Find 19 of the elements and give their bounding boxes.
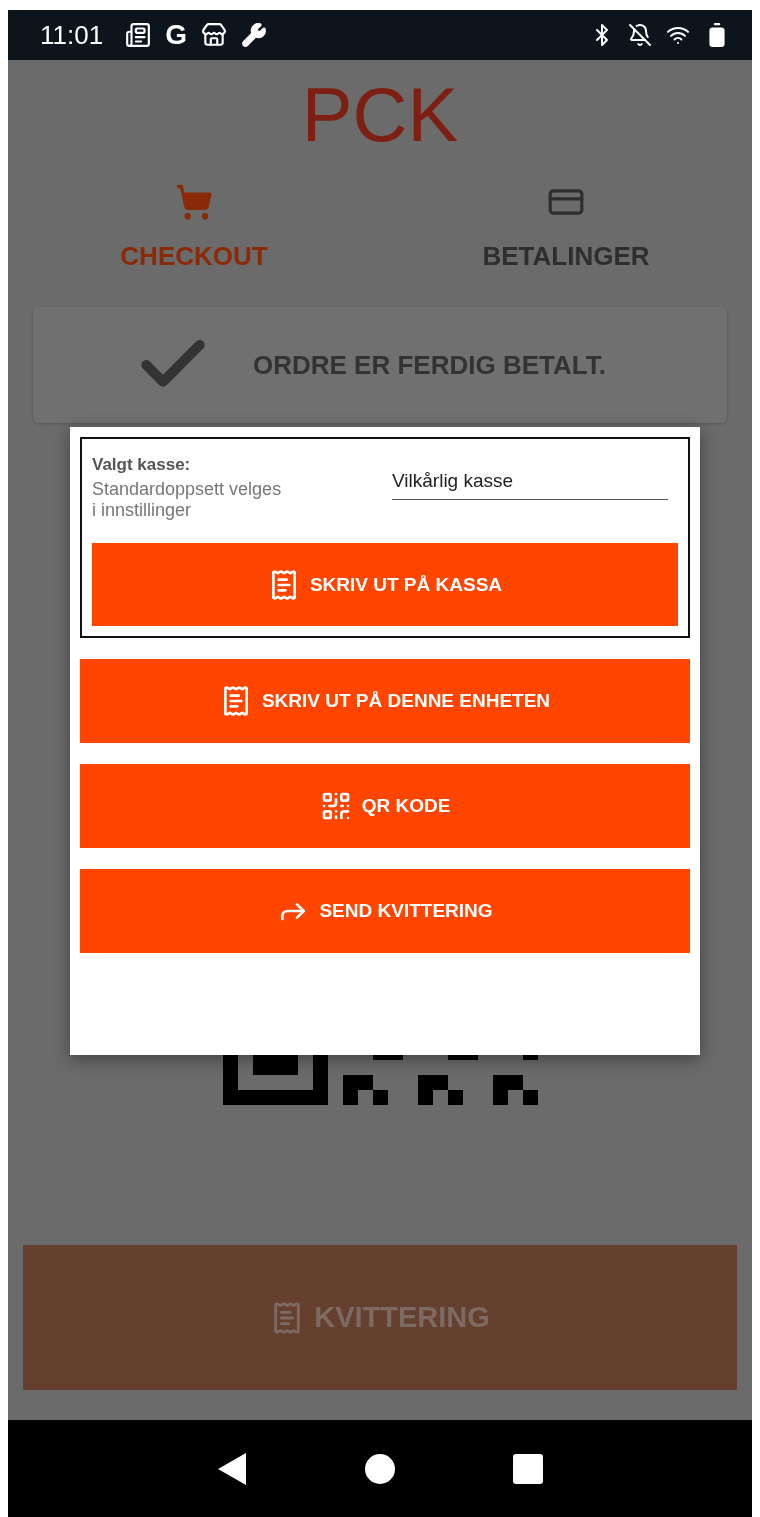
register-field[interactable]: Vilkårlig kasse bbox=[392, 463, 668, 500]
home-icon[interactable] bbox=[364, 1452, 396, 1485]
app-title: PCK bbox=[301, 75, 459, 155]
action-button[interactable]: QR KODE bbox=[80, 764, 690, 848]
nav-tab[interactable]: BETALINGER bbox=[380, 183, 752, 272]
wrench-icon bbox=[240, 22, 267, 48]
recents-icon[interactable] bbox=[512, 1452, 544, 1485]
clock: 11:01 bbox=[40, 19, 104, 51]
action-button[interactable]: SEND KVITTERING bbox=[80, 869, 690, 953]
register-hint: Standardoppsett velges i innstillinger bbox=[92, 479, 282, 521]
register-label: Valgt kasse: bbox=[92, 455, 192, 475]
action-button[interactable]: SKRIV UT PÅ DENNE ENHETEN bbox=[80, 659, 690, 743]
back-icon[interactable] bbox=[216, 1450, 248, 1487]
status-message: ORDRE ER FERDIG BETALT. bbox=[253, 349, 606, 381]
app-letter: G bbox=[165, 19, 187, 51]
cart-icon bbox=[175, 183, 213, 221]
print-register-button[interactable]: SKRIV UT PÅ KASSA bbox=[92, 543, 678, 626]
store-icon bbox=[200, 22, 227, 48]
bell-off-icon bbox=[628, 23, 652, 47]
